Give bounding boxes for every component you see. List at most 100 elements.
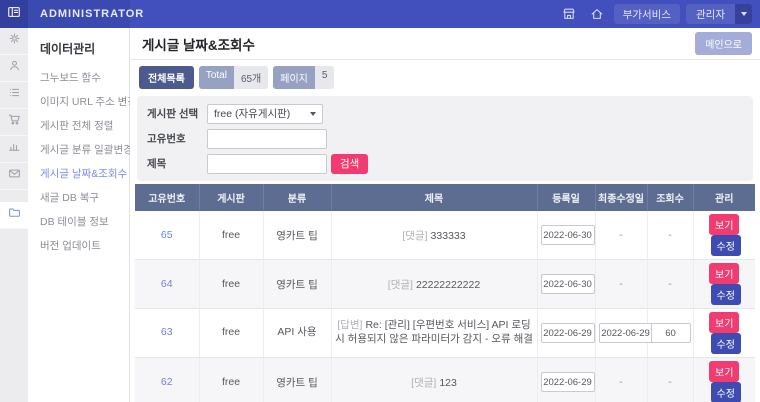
- sidebar-item-new-db-restore[interactable]: 새글 DB 복구: [40, 186, 129, 210]
- mod-date-empty: -: [619, 376, 623, 388]
- folder-icon: [8, 206, 21, 224]
- rail-item-shop[interactable]: [0, 109, 28, 136]
- post-id-link[interactable]: 62: [161, 376, 173, 388]
- topbar-right: 부가서비스 관리자: [558, 0, 760, 28]
- title-text: 123: [439, 377, 457, 389]
- title-search-label: 제목: [147, 156, 207, 171]
- title-text: Re: [관리] [우편번호 서비스] API 로딩시 허용되지 않은 파라미터…: [335, 319, 533, 345]
- board-select-value: free (자유게시판): [214, 106, 290, 121]
- view-button[interactable]: 보기: [709, 263, 739, 284]
- admin-app: ADMINISTRATOR 부가서비스 관리자: [0, 0, 760, 402]
- content-body: 전체목록 Total 65개 페이지 5 게시판 선택 free (자유게시판: [130, 60, 760, 402]
- post-id-link[interactable]: 64: [161, 278, 173, 290]
- category-cell: 영카트 팁: [263, 260, 331, 309]
- col-header-reg-date: 등록일: [537, 184, 595, 211]
- table-row: 64 free 영카트 팁 [댓글]22222222222 - - 보기수정: [135, 260, 755, 309]
- gear-icon: [8, 32, 21, 50]
- board-select-row: 게시판 선택 free (자유게시판): [147, 103, 743, 124]
- extra-service-button[interactable]: 부가서비스: [614, 4, 680, 24]
- view-button[interactable]: 보기: [709, 214, 739, 235]
- post-id-link[interactable]: 63: [161, 326, 173, 338]
- rail-item-boards[interactable]: [0, 82, 28, 109]
- edit-button[interactable]: 수정: [711, 284, 741, 305]
- sidebar-item-board-sort[interactable]: 게시판 전체 정렬: [40, 114, 129, 138]
- rail-item-settings[interactable]: [0, 28, 28, 55]
- page-badge-label: 페이지: [273, 66, 315, 89]
- sidebar-toggle-button[interactable]: [0, 0, 28, 28]
- title-prefix: [댓글]: [402, 230, 427, 242]
- table-row: 62 free 영카트 팁 [댓글]123 - - 보기수정: [135, 358, 755, 402]
- sidebar-toggle-icon: [7, 5, 21, 24]
- sidebar-item-gnuboard-functions[interactable]: 그누보드 함수: [40, 66, 129, 90]
- body-wrap: 데이터관리 그누보드 함수 이미지 URL 주소 변경 게시판 전체 정렬 게시…: [0, 28, 760, 402]
- select-caret-icon: [310, 112, 316, 116]
- menu-section-title: 데이터관리: [40, 40, 129, 57]
- home-icon[interactable]: [586, 3, 608, 25]
- edit-button[interactable]: 수정: [711, 333, 741, 354]
- views-input[interactable]: [651, 323, 691, 343]
- board-cell: free: [199, 358, 263, 402]
- cart-icon: [8, 113, 21, 131]
- sidebar-item-db-table-info[interactable]: DB 테이블 정보: [40, 210, 129, 234]
- reg-date-input[interactable]: [541, 323, 595, 343]
- total-badge: Total 65개: [199, 66, 268, 89]
- col-header-mod-date: 최종수정일: [595, 184, 647, 211]
- board-cell: free: [199, 309, 263, 358]
- rail-item-data-management[interactable]: [0, 202, 28, 229]
- view-button[interactable]: 보기: [709, 312, 739, 333]
- category-cell: 영카트 팁: [263, 211, 331, 260]
- account-caret-box[interactable]: [735, 4, 752, 24]
- user-icon: [8, 59, 21, 77]
- sidebar-item-post-category-change[interactable]: 게시글 분류 일괄변경: [40, 138, 129, 162]
- go-main-button[interactable]: 메인으로: [695, 32, 752, 55]
- rail-item-members[interactable]: [0, 55, 28, 82]
- post-id-label: 고유번호: [147, 131, 207, 146]
- mod-date-input[interactable]: [599, 323, 653, 343]
- page-title: 게시글 날짜&조회수: [142, 34, 255, 54]
- title-search-input[interactable]: [207, 154, 327, 174]
- account-menu-button[interactable]: 관리자: [686, 4, 752, 24]
- reg-date-input[interactable]: [541, 372, 595, 392]
- sidebar-item-post-date-views[interactable]: 게시글 날짜&조회수: [40, 162, 129, 186]
- title-cell: [댓글]22222222222: [331, 260, 537, 309]
- edit-button[interactable]: 수정: [711, 235, 741, 256]
- table-row: 65 free 영카트 팁 [댓글]333333 - - 보기수정: [135, 211, 755, 260]
- badges-row: 전체목록 Total 65개 페이지 5: [139, 66, 755, 89]
- col-header-manage: 관리: [693, 184, 755, 211]
- board-select-label: 게시판 선택: [147, 106, 207, 121]
- store-icon[interactable]: [558, 3, 580, 25]
- total-badge-value: 65개: [234, 66, 268, 89]
- account-label: 관리자: [686, 4, 735, 24]
- title-cell: [댓글]123: [331, 358, 537, 402]
- board-select[interactable]: free (자유게시판): [207, 104, 323, 124]
- view-button[interactable]: 보기: [709, 361, 739, 382]
- post-id-link[interactable]: 65: [161, 229, 173, 241]
- col-header-title: 제목: [331, 184, 537, 211]
- brand-zone: ADMINISTRATOR: [28, 0, 130, 28]
- reg-date-input[interactable]: [541, 274, 595, 294]
- search-button[interactable]: 검색: [331, 154, 368, 174]
- chart-bar-icon: [8, 140, 21, 158]
- page-badge-value: 5: [315, 66, 335, 89]
- content-header: 게시글 날짜&조회수 메인으로: [130, 28, 760, 60]
- all-list-badge[interactable]: 전체목록: [139, 66, 194, 89]
- edit-button[interactable]: 수정: [711, 382, 741, 402]
- mail-icon: [8, 167, 21, 185]
- posts-table: 고유번호 게시판 분류 제목 등록일 최종수정일 조회수 관리: [135, 184, 755, 402]
- mod-date-empty: -: [619, 278, 623, 290]
- post-id-row: 고유번호: [147, 128, 743, 149]
- table-header-row: 고유번호 게시판 분류 제목 등록일 최종수정일 조회수 관리: [135, 184, 755, 211]
- sidebar-item-version-update[interactable]: 버전 업데이트: [40, 234, 129, 258]
- sidebar-item-image-url-change[interactable]: 이미지 URL 주소 변경: [40, 90, 129, 114]
- icon-rail: [0, 28, 28, 402]
- rail-item-stats[interactable]: [0, 136, 28, 163]
- title-text: 333333: [431, 230, 466, 242]
- col-header-board: 게시판: [199, 184, 263, 211]
- title-search-row: 제목 검색: [147, 153, 743, 174]
- post-id-input[interactable]: [207, 129, 327, 149]
- rail-item-mail[interactable]: [0, 163, 28, 190]
- col-header-id: 고유번호: [135, 184, 199, 211]
- reg-date-input[interactable]: [541, 225, 595, 245]
- mod-date-empty: -: [619, 229, 623, 241]
- category-cell: 영카트 팁: [263, 358, 331, 402]
